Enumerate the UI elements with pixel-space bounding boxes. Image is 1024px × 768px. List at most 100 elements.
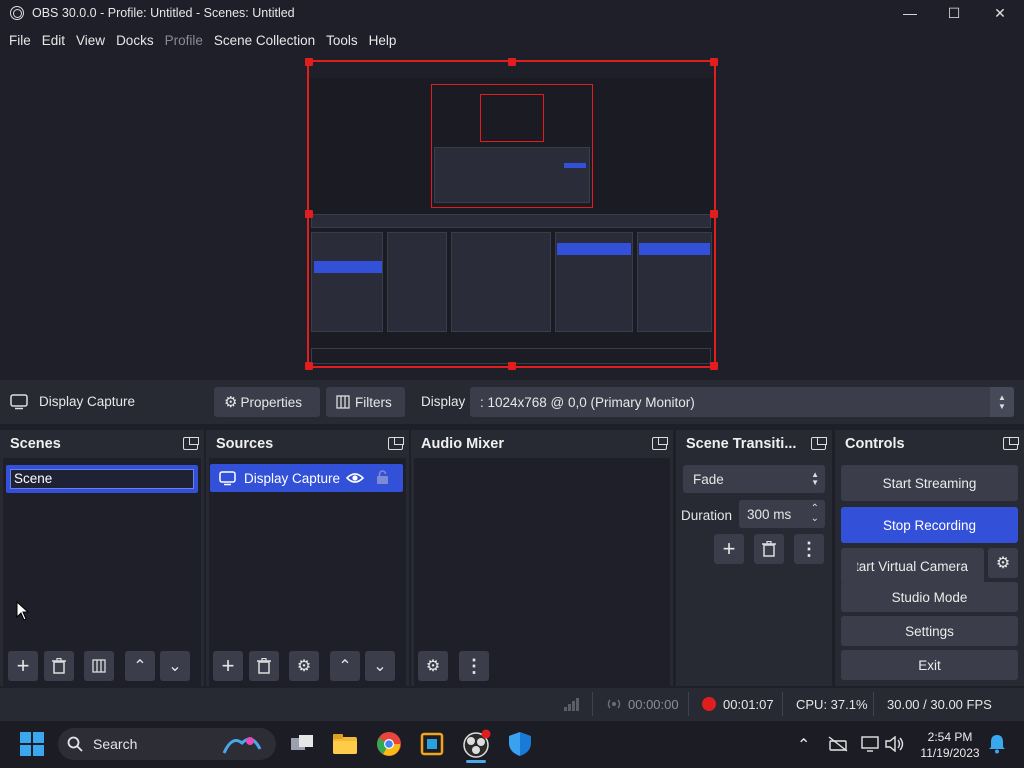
scene-name-input[interactable]: Scene — [10, 469, 194, 489]
source-properties-button[interactable]: ⚙ — [289, 651, 319, 681]
preview-nested-docks — [434, 147, 590, 203]
minimize-button[interactable]: — — [887, 0, 933, 26]
menu-help[interactable]: Help — [364, 33, 402, 48]
maximize-button[interactable]: ☐ — [931, 0, 977, 26]
start-virtual-camera-button[interactable]: Start Virtual Camera — [841, 548, 984, 584]
add-scene-button[interactable]: + — [8, 651, 38, 681]
move-scene-up-button[interactable]: ⌃ — [125, 651, 155, 681]
resize-handle-left[interactable] — [305, 210, 313, 218]
filters-label: Filters — [355, 394, 392, 410]
speaker-icon[interactable] — [885, 736, 905, 752]
menu-tools[interactable]: Tools — [321, 33, 363, 48]
stream-time: 00:00:00 — [628, 697, 679, 712]
duration-input[interactable]: 300 ms ⌃ ⌄ — [739, 500, 825, 528]
stepper-icon[interactable]: ⌃ ⌄ — [811, 504, 819, 524]
menu-profile: Profile — [164, 32, 203, 48]
close-button[interactable]: ✕ — [977, 0, 1023, 26]
filters-button[interactable]: Filters — [326, 387, 405, 417]
properties-button[interactable]: ⚙ Properties — [214, 387, 320, 417]
lock-icon[interactable] — [376, 470, 389, 485]
plus-icon: + — [221, 653, 235, 678]
advanced-audio-button[interactable]: ⚙ — [418, 651, 448, 681]
scene-list-item[interactable]: Scene — [6, 465, 198, 493]
taskbar-date[interactable]: 11/19/2023 — [914, 746, 986, 760]
exit-button[interactable]: Exit — [841, 650, 1018, 680]
menu-docks[interactable]: Docks — [111, 33, 159, 48]
eye-icon[interactable] — [346, 472, 364, 484]
preview-sources-graphic — [555, 232, 633, 332]
updown-arrows-icon: ▲ ▼ — [990, 387, 1014, 417]
chevron-up-icon[interactable]: ⌃ — [797, 735, 810, 755]
chevron-up-icon: ⌃ — [338, 658, 352, 675]
record-time: 00:01:07 — [723, 697, 774, 712]
resize-handle-bottom-left[interactable] — [305, 362, 313, 370]
remove-scene-button[interactable] — [44, 651, 74, 681]
studio-mode-button[interactable]: Studio Mode — [841, 582, 1018, 612]
chevron-down-icon: ⌄ — [168, 658, 182, 675]
mouse-cursor-icon — [16, 601, 30, 621]
resize-handle-top-right[interactable] — [710, 58, 718, 66]
move-source-down-button[interactable]: ⌄ — [365, 651, 395, 681]
remove-transition-button[interactable] — [754, 534, 784, 564]
task-view-icon[interactable] — [286, 728, 318, 760]
taskbar-search[interactable]: Search — [58, 728, 276, 760]
move-scene-down-button[interactable]: ⌄ — [160, 651, 190, 681]
gear-icon: ⚙ — [224, 394, 238, 411]
start-streaming-button[interactable]: Start Streaming — [841, 465, 1018, 501]
menu-file[interactable]: File — [4, 33, 36, 48]
virtual-camera-label: Start Virtual Camera — [857, 558, 968, 574]
virtual-camera-settings-button[interactable]: ⚙ — [988, 548, 1018, 578]
move-source-up-button[interactable]: ⌃ — [330, 651, 360, 681]
windows-start-icon[interactable] — [20, 732, 44, 756]
transition-menu-button[interactable]: ⋮ — [794, 534, 824, 564]
resize-handle-bottom[interactable] — [508, 362, 516, 370]
properties-label: Properties — [240, 394, 302, 410]
fps-readout: 30.00 / 30.00 FPS — [887, 697, 992, 712]
resize-handle-right[interactable] — [710, 210, 718, 218]
menu-edit[interactable]: Edit — [37, 33, 70, 48]
transition-select[interactable]: Fade ▲ ▼ — [683, 465, 825, 493]
preview-canvas[interactable] — [307, 60, 716, 368]
taskbar-time[interactable]: 2:54 PM — [918, 730, 982, 744]
menu-scene-collection[interactable]: Scene Collection — [209, 33, 320, 48]
preview-scene-row-graphic — [639, 243, 710, 255]
settings-button[interactable]: Settings — [841, 616, 1018, 646]
add-source-button[interactable]: + — [213, 651, 243, 681]
display-select[interactable]: : 1024x768 @ 0,0 (Primary Monitor) ▲ ▼ — [470, 387, 1014, 417]
source-list-item[interactable]: Display Capture — [210, 464, 403, 492]
preview-scenes-graphic — [637, 232, 712, 332]
obs-taskbar-icon[interactable] — [460, 728, 492, 760]
trash-icon — [52, 658, 66, 674]
menu-view[interactable]: View — [71, 33, 110, 48]
obs-logo-icon — [10, 6, 24, 20]
remove-source-button[interactable] — [249, 651, 279, 681]
mixer-menu-button[interactable]: ⋮ — [459, 651, 489, 681]
filter-icon — [92, 659, 106, 673]
dock-float-icon[interactable] — [183, 437, 199, 450]
screen-tool-icon[interactable] — [416, 728, 448, 760]
resize-handle-bottom-right[interactable] — [710, 362, 718, 370]
gears-icon: ⚙ — [425, 658, 441, 675]
resize-handle-top-left[interactable] — [305, 58, 313, 66]
dock-float-icon[interactable] — [652, 437, 668, 450]
dock-float-icon[interactable] — [811, 437, 827, 450]
duration-label: Duration — [681, 508, 733, 523]
resize-handle-top[interactable] — [508, 58, 516, 66]
dock-float-icon[interactable] — [388, 437, 404, 450]
add-transition-button[interactable]: + — [714, 534, 744, 564]
chrome-icon[interactable] — [373, 728, 405, 760]
notification-bell-icon[interactable] — [988, 734, 1006, 754]
scene-filters-button[interactable] — [84, 651, 114, 681]
sources-dock-title: Sources — [216, 436, 274, 452]
dock-float-icon[interactable] — [1003, 437, 1019, 450]
transitions-dock-title: Scene Transiti... — [686, 436, 797, 452]
trash-icon — [762, 541, 776, 557]
controls-dock-title: Controls — [845, 436, 905, 452]
file-explorer-icon[interactable] — [329, 728, 361, 760]
stop-recording-button[interactable]: Stop Recording — [841, 507, 1018, 543]
windows-security-icon[interactable] — [504, 728, 536, 760]
duration-value: 300 ms — [747, 506, 792, 522]
display-icon[interactable] — [861, 735, 879, 753]
chevron-up-icon: ⌃ — [133, 658, 147, 675]
network-off-icon[interactable] — [828, 736, 848, 752]
